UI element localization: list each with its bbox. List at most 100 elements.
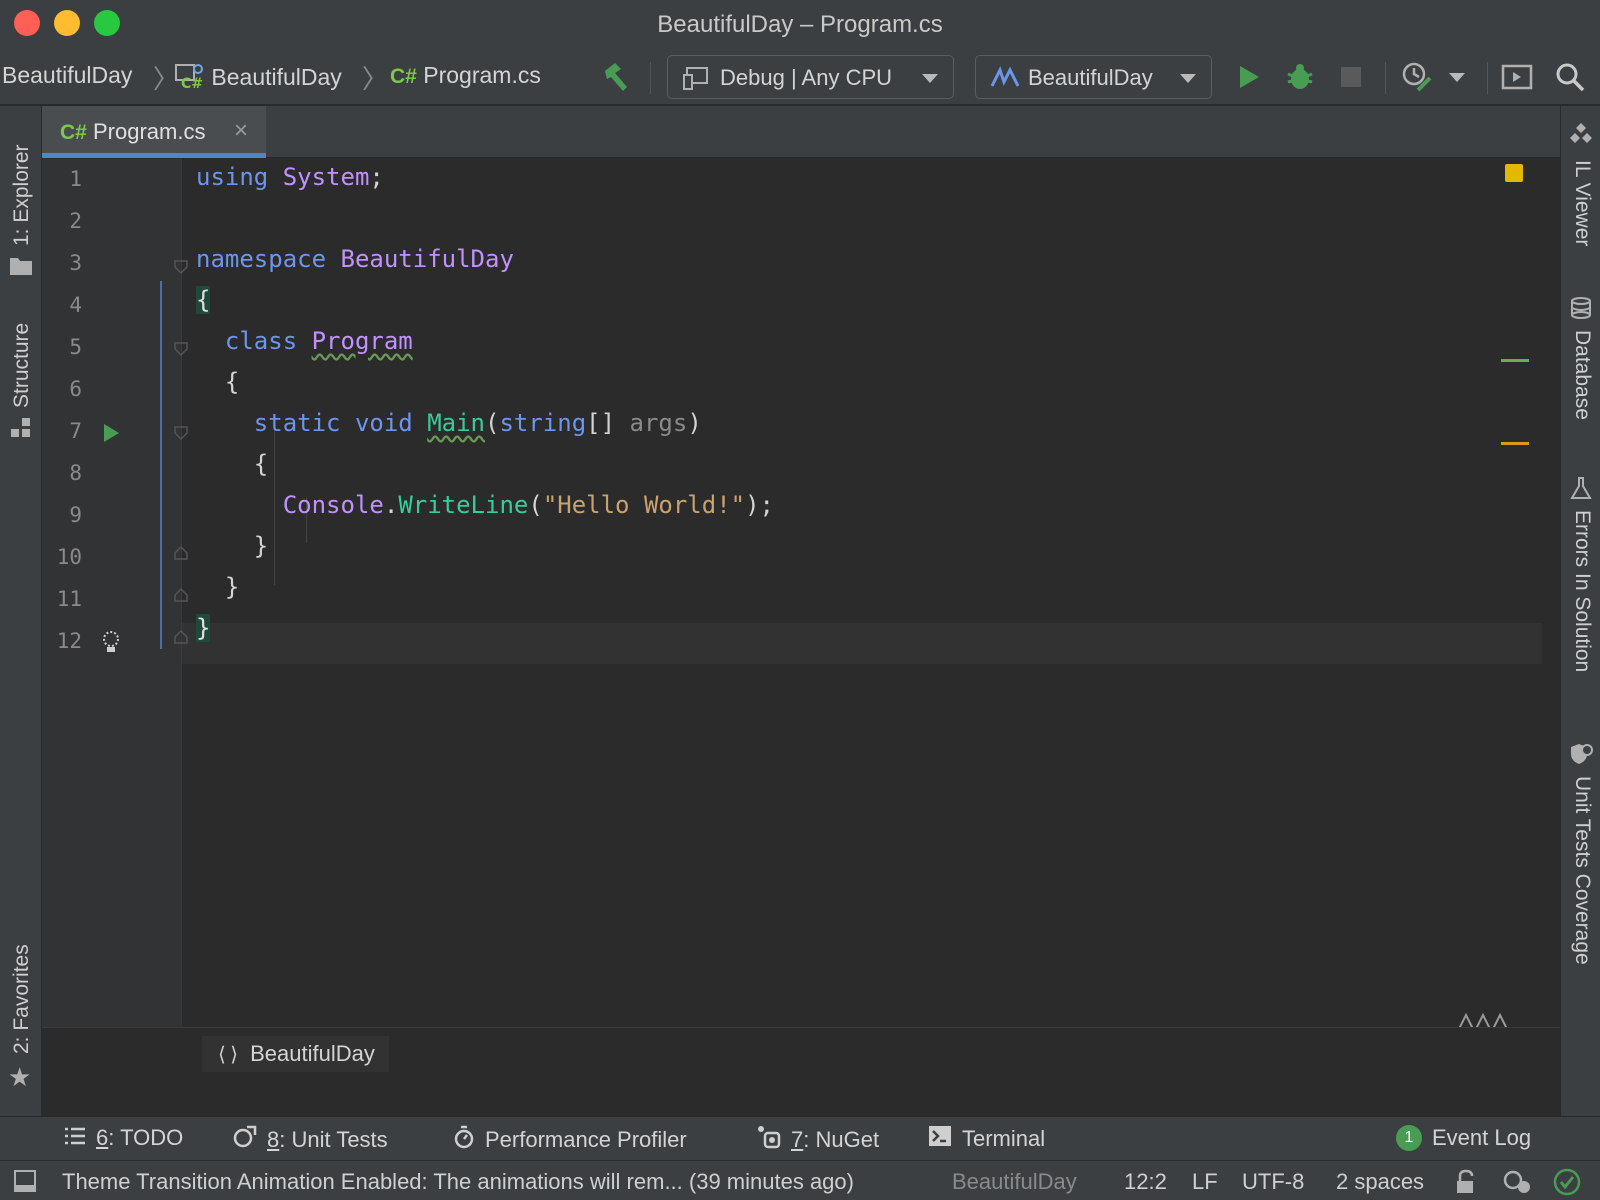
line-number: 12	[56, 629, 82, 653]
structure-panel-tab[interactable]: Structure	[0, 306, 42, 446]
lightbulb-icon[interactable]	[100, 629, 122, 661]
unit-tests-label: 8: Unit Tests	[267, 1127, 388, 1153]
run-gutter-icon[interactable]	[102, 423, 120, 449]
todo-label: 6: TODO	[96, 1125, 183, 1151]
run-anything-icon[interactable]	[1500, 60, 1534, 94]
solution-wide-analysis-icon[interactable]	[1502, 1169, 1532, 1200]
performance-profiler-tool-button[interactable]: Performance Profiler	[453, 1125, 687, 1155]
fold-marker[interactable]	[173, 583, 189, 602]
code-line: class Program	[196, 327, 413, 355]
line-number: 9	[69, 503, 82, 527]
left-tool-window-bar: 1: Explorer Structure ★ 2: Favorites	[0, 106, 42, 1116]
toggle-tool-windows-icon[interactable]	[14, 1170, 36, 1198]
error-stripe-mark[interactable]	[1501, 442, 1529, 445]
structure-icon	[11, 418, 31, 444]
lock-icon[interactable]	[1454, 1169, 1478, 1200]
code-line: Console.WriteLine("Hello World!");	[196, 491, 774, 519]
errors-in-solution-tab-label: Errors In Solution	[1571, 510, 1594, 673]
nuget-icon	[757, 1125, 781, 1155]
breadcrumb-solution[interactable]: BeautifulDay	[2, 62, 132, 89]
fold-marker[interactable]	[173, 337, 189, 357]
chevron-down-icon[interactable]	[1449, 73, 1465, 82]
breadcrumb-project[interactable]: C# BeautifulDay	[175, 62, 342, 92]
todo-tool-button[interactable]: 6: TODO	[64, 1125, 183, 1151]
code-token: }	[196, 614, 211, 642]
code-line: {	[196, 368, 239, 396]
unit-tests-tool-button[interactable]: 8: Unit Tests	[233, 1125, 388, 1155]
fold-marker[interactable]	[173, 625, 189, 644]
window-title: BeautifulDay – Program.cs	[657, 11, 943, 38]
hammer-icon[interactable]	[598, 60, 632, 94]
close-icon[interactable]: ×	[234, 117, 248, 145]
star-icon: ★	[8, 1062, 32, 1092]
unit-tests-coverage-panel-tab[interactable]: Unit Tests Coverage	[1561, 742, 1600, 1012]
il-viewer-panel-tab[interactable]: IL Viewer	[1561, 122, 1600, 272]
error-stripe-mark[interactable]	[1501, 359, 1529, 362]
code-token: namespace	[196, 245, 327, 273]
stop-icon[interactable]	[1334, 60, 1368, 94]
fold-marker[interactable]	[173, 421, 189, 441]
line-number: 3	[69, 251, 82, 275]
errors-in-solution-panel-tab[interactable]: Errors In Solution	[1561, 476, 1600, 706]
check-circle-icon[interactable]	[1553, 1168, 1581, 1200]
caret-position[interactable]: 12:2	[1124, 1169, 1167, 1195]
active-tab-indicator	[42, 153, 266, 158]
breadcrumb-file[interactable]: C# Program.cs	[390, 62, 541, 89]
namespace-braces-icon: ⟨⟩	[216, 1042, 241, 1066]
terminal-tool-button[interactable]: Terminal	[928, 1125, 1045, 1153]
line-number: 8	[69, 461, 82, 485]
file-encoding[interactable]: UTF-8	[1242, 1169, 1304, 1195]
status-message[interactable]: Theme Transition Animation Enabled: The …	[62, 1169, 854, 1195]
fold-marker[interactable]	[173, 541, 189, 560]
tab-program-cs[interactable]: C# Program.cs ×	[42, 106, 266, 158]
code-token: args	[629, 409, 688, 437]
config-icon	[682, 65, 710, 97]
fold-marker[interactable]	[173, 255, 189, 275]
code-line: }	[196, 614, 211, 642]
code-line: namespace BeautifulDay	[196, 245, 514, 273]
code-editor[interactable]: 1 2 3 4 5 6 7 8 9 10 11 12 using System;…	[42, 159, 1560, 1072]
status-project[interactable]: BeautifulDay	[952, 1169, 1077, 1195]
code-token: "Hello World!"	[542, 491, 746, 519]
stopwatch-icon	[453, 1125, 475, 1155]
unit-tests-shortcut: 8	[267, 1127, 280, 1152]
code-line: using System;	[196, 163, 384, 191]
code-token: void	[354, 409, 413, 437]
coverage-icon[interactable]	[1400, 60, 1434, 94]
build-config-dropdown[interactable]: Debug | Any CPU	[667, 55, 954, 99]
editor-gutter: 1 2 3 4 5 6 7 8 9 10 11 12	[42, 159, 182, 1071]
chevron-down-icon	[922, 74, 938, 83]
event-log-tool-button[interactable]: 1 Event Log	[1396, 1125, 1531, 1151]
terminal-label: Terminal	[962, 1126, 1046, 1151]
nuget-tool-button[interactable]: 7: NuGet	[757, 1125, 879, 1155]
search-icon[interactable]	[1553, 60, 1587, 94]
nuget-shortcut: 7	[791, 1127, 804, 1152]
favorites-panel-tab[interactable]: ★ 2: Favorites	[0, 916, 42, 1096]
explorer-panel-tab[interactable]: 1: Explorer	[0, 116, 42, 286]
scope-indicator	[160, 281, 162, 649]
tool-window-bar: 6: TODO 8: Unit Tests Performance Profil…	[0, 1116, 1600, 1160]
code-token: (	[485, 409, 500, 437]
line-separator[interactable]: LF	[1192, 1169, 1218, 1195]
database-panel-tab[interactable]: Database	[1561, 296, 1600, 456]
csharp-file-icon: C#	[60, 121, 87, 144]
code-token: System	[282, 163, 370, 191]
debug-icon[interactable]	[1283, 60, 1317, 94]
run-config-dropdown[interactable]: BeautifulDay	[975, 55, 1212, 99]
code-line: {	[196, 286, 211, 314]
editor-breadcrumb-namespace[interactable]: ⟨⟩ BeautifulDay	[202, 1036, 389, 1072]
structure-tab-label: Structure	[10, 322, 33, 408]
code-token: Console	[282, 491, 384, 519]
navigation-toolbar: BeautifulDay 〉 C# BeautifulDay 〉 C# Prog…	[0, 50, 1600, 105]
line-number: 10	[56, 545, 82, 569]
svg-text:C#: C#	[181, 76, 203, 90]
flask-icon	[1570, 476, 1592, 506]
run-icon[interactable]	[1232, 60, 1266, 94]
indent-setting[interactable]: 2 spaces	[1336, 1169, 1424, 1195]
right-tool-window-bar: IL Viewer Database Errors In Solution Un…	[1560, 106, 1600, 1116]
toolbar-divider	[1487, 62, 1488, 94]
inspection-status-icon[interactable]	[1505, 164, 1523, 182]
breadcrumb-file-label: Program.cs	[423, 62, 541, 88]
nuget-label: 7: NuGet	[791, 1127, 879, 1153]
code-token: using	[196, 163, 269, 191]
